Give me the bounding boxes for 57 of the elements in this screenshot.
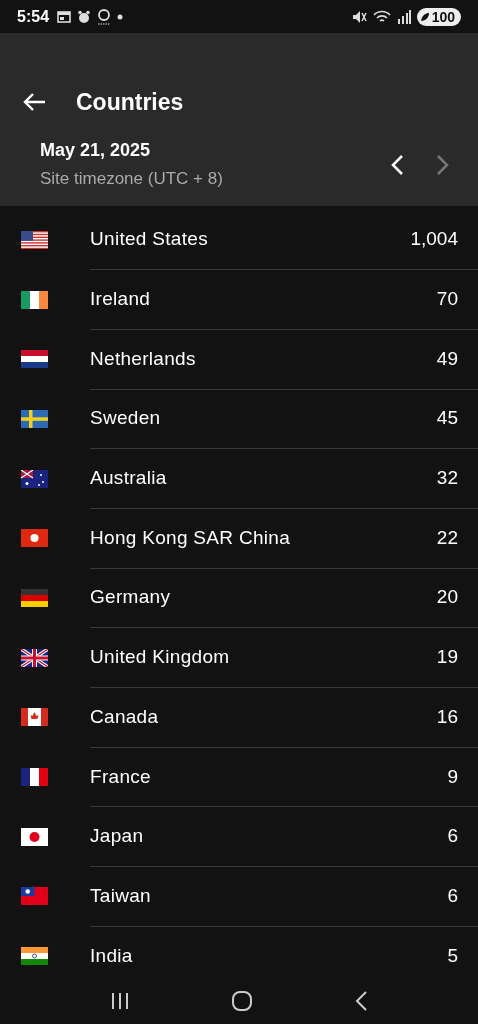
flag-icon <box>21 947 48 966</box>
back-arrow-icon[interactable] <box>22 92 46 112</box>
flag-icon <box>21 648 48 667</box>
flag-icon <box>21 469 48 488</box>
status-icon <box>97 8 112 25</box>
recent-apps-icon[interactable] <box>110 991 131 1010</box>
dot-icon <box>117 13 124 20</box>
visit-count: 6 <box>447 884 458 907</box>
flag-icon <box>21 409 48 428</box>
country-name: Canada <box>90 705 160 728</box>
chevron-left-icon <box>390 153 404 176</box>
visit-count: 19 <box>436 646 458 669</box>
signal-icon <box>396 9 411 24</box>
visit-count: 20 <box>436 586 458 609</box>
country-name: Germany <box>90 586 172 609</box>
mute-icon <box>351 9 367 24</box>
visit-count: 16 <box>436 705 458 728</box>
home-icon[interactable] <box>231 989 253 1012</box>
flag-icon <box>21 588 48 607</box>
status-time: 5:54 <box>17 7 50 26</box>
flag-icon <box>21 230 48 249</box>
back-icon[interactable] <box>353 989 368 1012</box>
country-name: India <box>90 945 134 968</box>
country-name: Netherlands <box>90 347 197 370</box>
visit-count: 22 <box>436 526 458 549</box>
visit-count: 6 <box>447 825 458 848</box>
visit-count: 70 <box>436 288 458 311</box>
flag-icon <box>21 350 48 369</box>
visit-count: 9 <box>447 765 458 788</box>
country-name: United States <box>90 228 209 251</box>
country-name: Sweden <box>90 407 162 430</box>
screen-title: Countries <box>76 88 184 116</box>
chevron-right-icon <box>436 153 450 176</box>
battery-indicator: 100 <box>416 7 461 26</box>
visit-count: 5 <box>447 945 458 968</box>
visit-count: 49 <box>436 347 458 370</box>
visit-count: 1,004 <box>410 228 458 251</box>
country-name: France <box>90 765 152 788</box>
country-name: Ireland <box>90 288 152 311</box>
country-name: Japan <box>90 825 145 848</box>
wifi-icon <box>372 9 391 24</box>
flag-icon <box>21 887 48 906</box>
alarm-icon <box>77 9 92 24</box>
flag-icon <box>21 708 48 727</box>
flag-icon <box>21 529 48 548</box>
country-name: Australia <box>90 467 168 490</box>
flag-icon <box>21 827 48 846</box>
visit-count: 45 <box>436 407 458 430</box>
flag-icon <box>21 290 48 309</box>
country-name: Taiwan <box>90 884 152 907</box>
visit-count: 32 <box>436 467 458 490</box>
country-name: Hong Kong SAR China <box>90 526 292 549</box>
timezone-label: Site timezone (UTC + 8) <box>40 169 224 189</box>
calendar-icon <box>57 10 72 23</box>
selected-date: May 21, 2025 <box>40 140 152 161</box>
flag-icon <box>21 768 48 787</box>
country-name: United Kingdom <box>90 646 231 669</box>
